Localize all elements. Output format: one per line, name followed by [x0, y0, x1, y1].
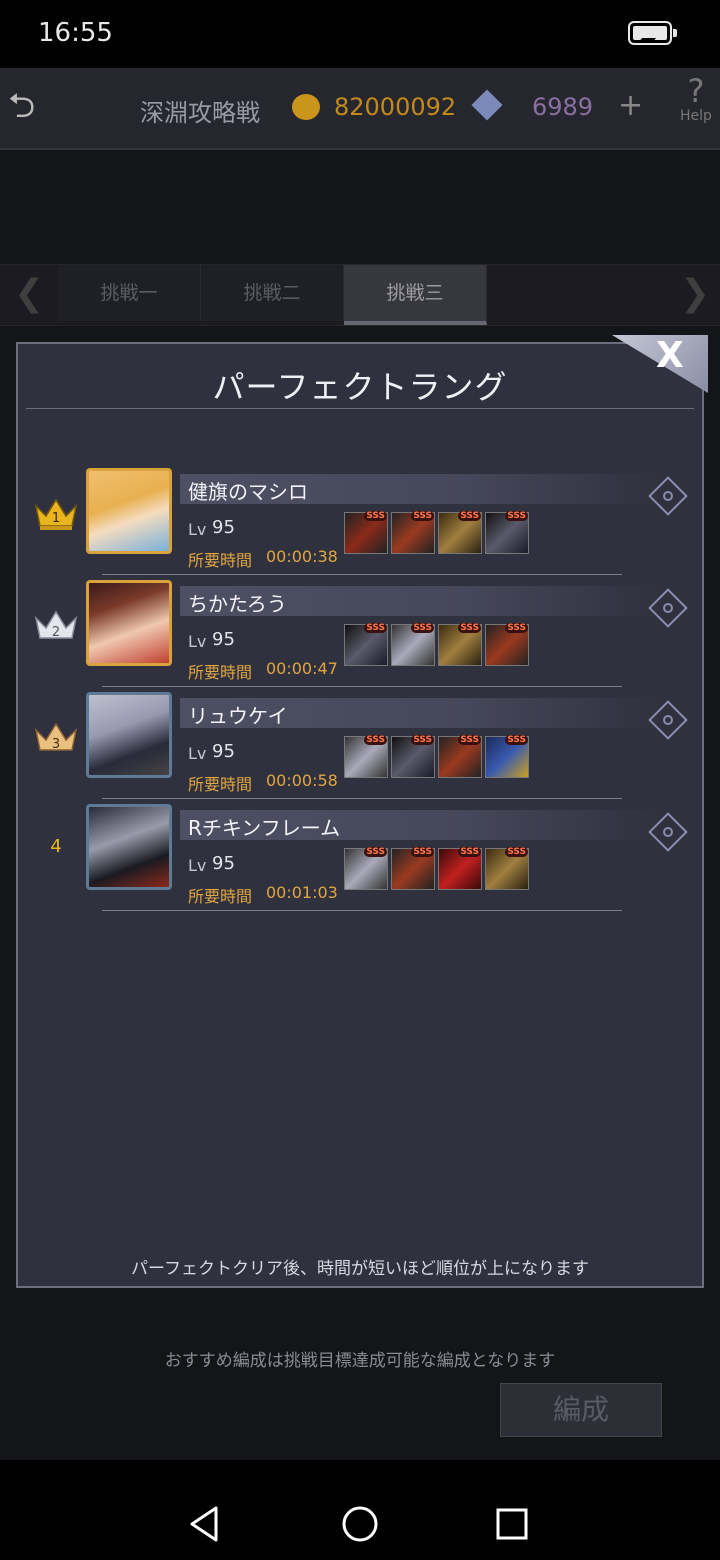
row-divider: [102, 910, 622, 911]
unit-icon[interactable]: SSS: [438, 847, 482, 890]
gold-crown-icon: 1: [34, 498, 78, 530]
lv-label: Lv: [188, 632, 207, 651]
time-label: 所要時間: [188, 887, 253, 906]
unit-icon[interactable]: SSS: [485, 735, 529, 778]
time-label: 所要時間: [188, 551, 253, 570]
system-nav-bar: [0, 1460, 720, 1560]
player-name: Rチキンフレーム: [188, 816, 341, 840]
gem-count: 6989: [532, 93, 594, 121]
avatar[interactable]: [86, 692, 172, 778]
coin-icon: [292, 94, 320, 120]
lv-label: Lv: [188, 520, 207, 539]
unit-icon[interactable]: SSS: [438, 623, 482, 666]
row-divider: [102, 798, 622, 799]
gem-icon: [471, 89, 503, 121]
ranking-row: 4 Rチキンフレーム Lv 95 所要時間 00:01:03 SSS SSS S…: [18, 800, 706, 912]
unit-icon[interactable]: SSS: [438, 511, 482, 554]
svg-text:2: 2: [52, 625, 60, 640]
row-divider: [102, 574, 622, 575]
avatar[interactable]: [86, 468, 172, 554]
screen-title: 深淵攻略戦: [140, 99, 260, 127]
avatar[interactable]: [86, 580, 172, 666]
clear-time: 00:00:47: [266, 659, 338, 678]
status-bar: 16:55: [0, 0, 720, 68]
nav-recent-icon[interactable]: [494, 1506, 530, 1542]
close-button[interactable]: X: [612, 335, 708, 393]
status-time: 16:55: [38, 18, 113, 48]
player-level: 95: [212, 517, 235, 538]
player-level: 95: [212, 853, 235, 874]
unit-icon[interactable]: SSS: [391, 511, 435, 554]
clear-time: 00:01:03: [266, 883, 338, 902]
player-name: リュウケイ: [188, 704, 288, 728]
player-name: 健旗のマシロ: [188, 480, 308, 504]
silver-crown-icon: 2: [34, 610, 78, 640]
svg-text:1: 1: [52, 511, 60, 526]
player-level: 95: [212, 629, 235, 650]
title-divider: [26, 408, 694, 409]
rank-number: 4: [50, 836, 62, 857]
time-label: 所要時間: [188, 663, 253, 682]
unit-icon[interactable]: SSS: [344, 623, 388, 666]
back-arrow-icon[interactable]: ⮌: [8, 82, 72, 126]
avatar[interactable]: [86, 804, 172, 890]
ranking-row: 3 リュウケイ Lv 95 所要時間 00:00:58 SSS SSS SSS …: [18, 688, 706, 800]
player-name: ちかたろう: [188, 592, 287, 616]
battery-icon: [628, 21, 677, 45]
unit-icon[interactable]: SSS: [485, 847, 529, 890]
coin-count: 82000092: [334, 93, 457, 121]
ranking-row: 2 ちかたろう Lv 95 所要時間 00:00:47 SSS SSS SSS …: [18, 576, 706, 688]
ranking-row: 1 健旗のマシロ Lv 95 所要時間 00:00:38 SSS SSS SSS…: [18, 464, 706, 576]
question-icon: ?: [687, 72, 705, 110]
lv-label: Lv: [188, 856, 207, 875]
unit-icon[interactable]: SSS: [391, 847, 435, 890]
clear-time: 00:00:38: [266, 547, 338, 566]
recommend-note: おすすめ編成は挑戦目標達成可能な編成となります: [164, 1351, 556, 1371]
unit-icon[interactable]: SSS: [438, 735, 482, 778]
add-gems-button[interactable]: +: [618, 88, 643, 123]
unit-icon[interactable]: SSS: [391, 623, 435, 666]
lv-label: Lv: [188, 744, 207, 763]
unit-icon[interactable]: SSS: [485, 511, 529, 554]
unit-icon[interactable]: SSS: [344, 847, 388, 890]
unit-icon[interactable]: SSS: [391, 735, 435, 778]
row-divider: [102, 686, 622, 687]
ranking-modal: パーフェクトラング 1 健旗のマシロ Lv 95 所要時間 00:00:38 S…: [16, 342, 704, 1288]
modal-title: パーフェクトラング: [212, 368, 508, 406]
clear-time: 00:00:58: [266, 771, 338, 790]
player-level: 95: [212, 741, 235, 762]
unit-icon[interactable]: SSS: [344, 511, 388, 554]
nav-home-icon[interactable]: [340, 1504, 380, 1544]
ranking-footnote: パーフェクトクリア後、時間が短いほど順位が上になります: [131, 1259, 589, 1279]
edit-button[interactable]: 編成: [500, 1383, 662, 1437]
time-label: 所要時間: [188, 775, 253, 794]
unit-icon[interactable]: SSS: [344, 735, 388, 778]
close-icon: X: [656, 335, 684, 376]
svg-text:3: 3: [52, 737, 60, 752]
top-bar: ⮌ 深淵攻略戦 82000092 6989 + ? Help: [0, 68, 720, 150]
bronze-crown-icon: 3: [34, 722, 78, 752]
unit-icon[interactable]: SSS: [485, 623, 529, 666]
help-button[interactable]: ? Help: [674, 74, 718, 124]
